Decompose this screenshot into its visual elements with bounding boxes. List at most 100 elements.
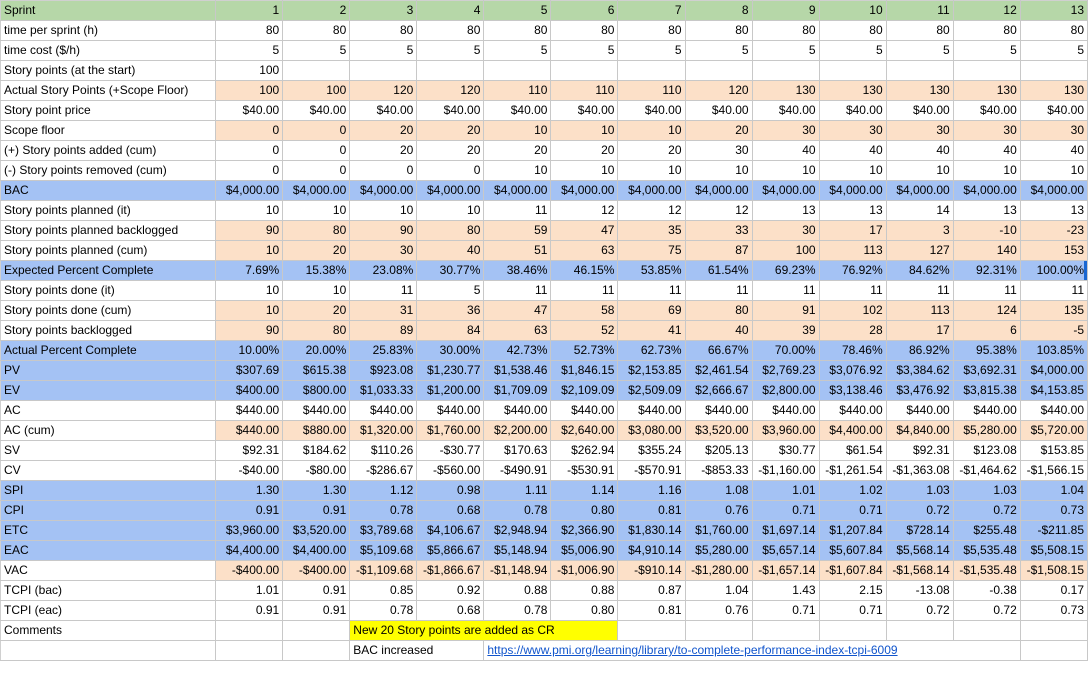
- cell[interactable]: $5,508.15: [1019, 540, 1088, 561]
- cell[interactable]: 17: [885, 320, 954, 341]
- cell[interactable]: 10: [818, 160, 887, 181]
- cell[interactable]: 0.72: [885, 600, 954, 621]
- cell[interactable]: $5,720.00: [1019, 420, 1088, 441]
- cell[interactable]: $880.00: [282, 420, 351, 441]
- cell[interactable]: -$286.67: [349, 460, 418, 481]
- cell[interactable]: $40.00: [617, 100, 686, 121]
- cell[interactable]: 0: [215, 120, 284, 141]
- cell[interactable]: $5,607.84: [818, 540, 887, 561]
- cell[interactable]: 28: [818, 320, 887, 341]
- cell[interactable]: 5: [416, 40, 485, 61]
- cell[interactable]: 130: [885, 80, 954, 101]
- cell[interactable]: 10: [215, 200, 284, 221]
- cell[interactable]: 80: [416, 220, 485, 241]
- cell[interactable]: $4,000.00: [1019, 180, 1088, 201]
- cell[interactable]: -$1,280.00: [684, 560, 753, 581]
- cell[interactable]: 40: [416, 240, 485, 261]
- cell[interactable]: 0.78: [483, 600, 552, 621]
- cell[interactable]: $2,800.00: [751, 380, 820, 401]
- cell[interactable]: 1.30: [282, 480, 351, 501]
- cell[interactable]: 10: [215, 240, 284, 261]
- cell[interactable]: 100: [751, 240, 820, 261]
- cell[interactable]: 20: [349, 140, 418, 161]
- cell[interactable]: $110.26: [349, 440, 418, 461]
- cell[interactable]: $2,366.90: [550, 520, 619, 541]
- cell[interactable]: 90: [215, 220, 284, 241]
- cell[interactable]: 0.76: [684, 600, 753, 621]
- cell[interactable]: $2,109.09: [550, 380, 619, 401]
- cell[interactable]: 1.03: [952, 480, 1021, 501]
- cell[interactable]: 5: [550, 40, 619, 61]
- cell[interactable]: $40.00: [349, 100, 418, 121]
- cell[interactable]: [885, 60, 954, 81]
- cell[interactable]: $4,840.00: [885, 420, 954, 441]
- cell[interactable]: -$40.00: [215, 460, 284, 481]
- cell[interactable]: 20: [483, 140, 552, 161]
- cell[interactable]: $205.13: [684, 440, 753, 461]
- cell[interactable]: $3,815.38: [952, 380, 1021, 401]
- cell[interactable]: $923.08: [349, 360, 418, 381]
- cell[interactable]: $440.00: [885, 400, 954, 421]
- cell[interactable]: 20: [550, 140, 619, 161]
- cell[interactable]: 23.08%: [349, 260, 418, 281]
- cell[interactable]: 0.17: [1019, 580, 1088, 601]
- cell[interactable]: [617, 60, 686, 81]
- cell[interactable]: $1,200.00: [416, 380, 485, 401]
- row-label[interactable]: CV: [0, 460, 217, 481]
- cell[interactable]: $4,400.00: [818, 420, 887, 441]
- cell[interactable]: $4,000.00: [684, 180, 753, 201]
- cell[interactable]: 11: [751, 280, 820, 301]
- cell[interactable]: $2,948.94: [483, 520, 552, 541]
- cell[interactable]: 25.83%: [349, 340, 418, 361]
- row-label[interactable]: SPI: [0, 480, 217, 501]
- cell[interactable]: -$1,363.08: [885, 460, 954, 481]
- cell[interactable]: -$1,261.54: [818, 460, 887, 481]
- cell[interactable]: 110: [617, 80, 686, 101]
- cell[interactable]: $40.00: [282, 100, 351, 121]
- cell[interactable]: $4,000.00: [952, 180, 1021, 201]
- cell[interactable]: 0.85: [349, 580, 418, 601]
- cell[interactable]: -$910.14: [617, 560, 686, 581]
- cell[interactable]: 0.98: [416, 480, 485, 501]
- cell[interactable]: $4,000.00: [885, 180, 954, 201]
- cell[interactable]: 30: [751, 120, 820, 141]
- cell[interactable]: $3,789.68: [349, 520, 418, 541]
- cell[interactable]: $123.08: [952, 440, 1021, 461]
- cell[interactable]: 10: [550, 120, 619, 141]
- cell[interactable]: $30.77: [751, 440, 820, 461]
- cell[interactable]: 0.91: [215, 600, 284, 621]
- cell[interactable]: 52: [550, 320, 619, 341]
- row-label[interactable]: Story points planned backlogged: [0, 220, 217, 241]
- cell[interactable]: $1,760.00: [684, 520, 753, 541]
- cell[interactable]: 10: [215, 300, 284, 321]
- cell[interactable]: [416, 60, 485, 81]
- cell[interactable]: $5,657.14: [751, 540, 820, 561]
- empty-cell[interactable]: [885, 620, 954, 641]
- cell[interactable]: $5,535.48: [952, 540, 1021, 561]
- cell[interactable]: 10: [483, 160, 552, 181]
- cell[interactable]: 13: [952, 200, 1021, 221]
- header-sprint-2[interactable]: 2: [282, 0, 351, 21]
- row-label[interactable]: Actual Percent Complete: [0, 340, 217, 361]
- cell[interactable]: 1.11: [483, 480, 552, 501]
- header-sprint-5[interactable]: 5: [483, 0, 552, 21]
- cell[interactable]: 5: [684, 40, 753, 61]
- cell[interactable]: 52.73%: [550, 340, 619, 361]
- empty-cell[interactable]: [215, 620, 284, 641]
- cell[interactable]: 0.88: [550, 580, 619, 601]
- row-label[interactable]: Expected Percent Complete: [0, 260, 217, 281]
- cell[interactable]: -$1,607.84: [818, 560, 887, 581]
- cell[interactable]: 0.92: [416, 580, 485, 601]
- cell[interactable]: $4,400.00: [215, 540, 284, 561]
- cell[interactable]: $2,200.00: [483, 420, 552, 441]
- cell[interactable]: $440.00: [617, 400, 686, 421]
- cell[interactable]: 120: [684, 80, 753, 101]
- cell[interactable]: 0: [215, 140, 284, 161]
- cell[interactable]: $4,106.67: [416, 520, 485, 541]
- cell[interactable]: 80: [282, 320, 351, 341]
- cell[interactable]: 0.72: [952, 600, 1021, 621]
- cell[interactable]: 33: [684, 220, 753, 241]
- cell[interactable]: $3,692.31: [952, 360, 1021, 381]
- cell[interactable]: 80: [282, 220, 351, 241]
- cell[interactable]: [751, 60, 820, 81]
